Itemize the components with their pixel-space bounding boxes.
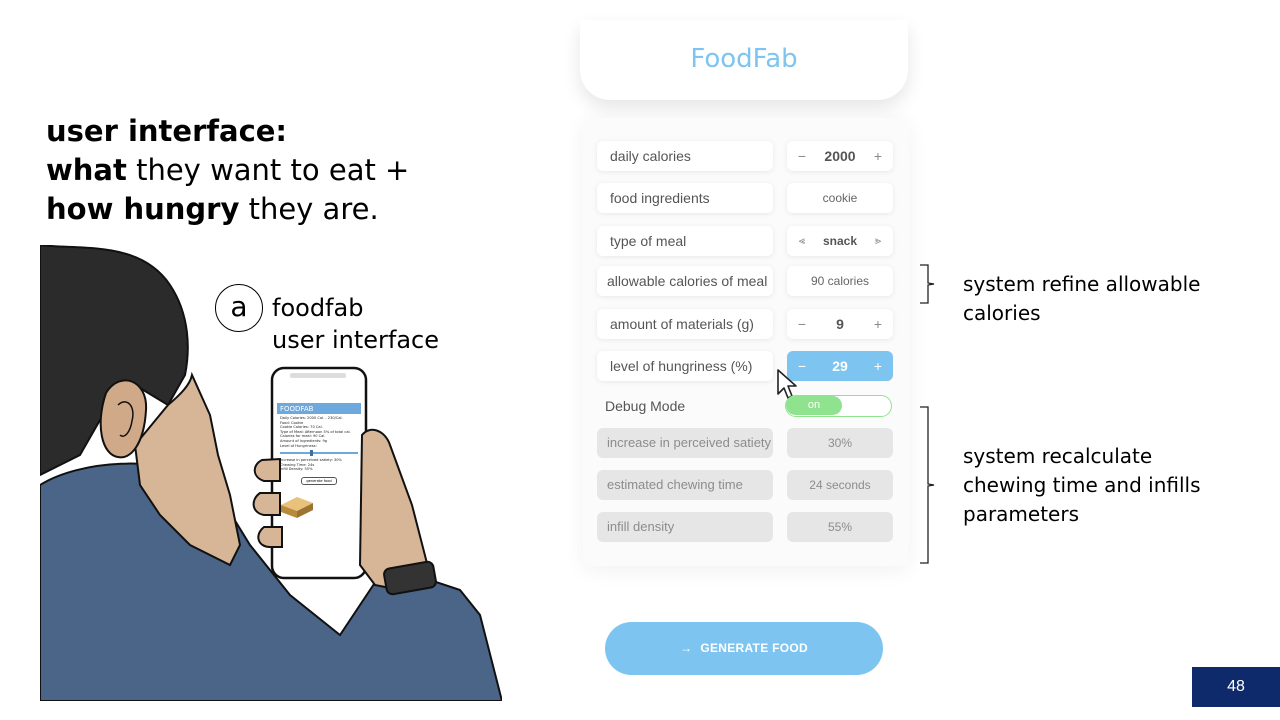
type-of-meal-value: snack (822, 234, 858, 248)
figure-caption: foodfab user interface (272, 292, 439, 356)
type-of-meal-selector[interactable]: ⪡ snack ⪢ (787, 226, 893, 256)
page-number-badge: 48 (1192, 667, 1280, 707)
food-ingredients-input[interactable]: cookie (787, 183, 893, 213)
app-header: FoodFab (580, 20, 908, 100)
refine-bracket (920, 264, 935, 304)
daily-calories-stepper[interactable]: − 2000 + (787, 141, 893, 171)
headline-line2-rest: they want to eat + (126, 153, 410, 187)
headline-how-hungry: how hungry (46, 192, 240, 226)
note-line: chewing time and infills (963, 473, 1201, 497)
satiety-increase-label: increase in perceived satiety (597, 428, 773, 458)
note-line: system refine allowable (963, 272, 1201, 296)
caption-line-1: foodfab (272, 294, 364, 322)
note-line: parameters (963, 502, 1080, 526)
phone-text-lines: Daily Calories: 2000 Cal. - 230/Cal. Foo… (277, 414, 361, 450)
plus-icon[interactable]: + (867, 351, 889, 381)
debug-mode-label: Debug Mode (605, 398, 686, 414)
generate-food-label: GENERATE FOOD (700, 641, 808, 655)
level-of-hungriness-label: level of hungriness (%) (597, 351, 773, 381)
plus-icon[interactable]: + (867, 141, 889, 171)
infill-density-label: infill density (597, 512, 773, 542)
headline-line1: user interface: (46, 114, 288, 148)
plus-icon[interactable]: + (867, 309, 889, 339)
headline-line3-rest: they are. (239, 192, 379, 226)
phone-line: Level of Hungriness: (280, 443, 317, 448)
recalculate-note: system recalculate chewing time and infi… (963, 442, 1201, 529)
amount-of-materials-stepper[interactable]: − 9 + (787, 309, 893, 339)
chewing-time-value: 24 seconds (787, 470, 893, 500)
type-of-meal-label: type of meal (597, 226, 773, 256)
food-ingredients-value: cookie (822, 191, 858, 205)
arrow-right-icon: → (680, 641, 693, 655)
headline-what: what (46, 153, 127, 187)
minus-icon[interactable]: − (791, 141, 813, 171)
minus-icon[interactable]: − (791, 309, 813, 339)
allowable-calories-value: 90 calories (810, 274, 870, 288)
food-ingredients-label: food ingredients (597, 183, 773, 213)
debug-mode-toggle[interactable]: on (785, 395, 892, 417)
phone-app-header: FOODFAB (277, 403, 361, 414)
generate-food-button[interactable]: → GENERATE FOOD (605, 622, 883, 675)
slide-headline: user interface: what they want to eat + … (46, 112, 409, 229)
amount-of-materials-value: 9 (836, 316, 844, 332)
allowable-calories-label: allowable calories of meal (597, 266, 773, 296)
infill-density-value: 55% (787, 512, 893, 542)
phone-generate-button[interactable]: generate food (301, 476, 337, 485)
caption-line-2: user interface (272, 326, 440, 354)
refine-calories-note: system refine allowable calories (963, 270, 1200, 328)
phone-screen: FOODFAB Daily Calories: 2000 Cal. - 230/… (277, 403, 361, 557)
recalculate-bracket (920, 406, 935, 564)
app-title: FoodFab (690, 44, 798, 74)
printed-cookie-image (281, 496, 313, 518)
allowable-calories-display: 90 calories (787, 266, 893, 296)
level-of-hungriness-value: 29 (832, 358, 848, 374)
chevron-right-icon[interactable]: ⪢ (867, 226, 889, 256)
daily-calories-value: 2000 (824, 148, 856, 164)
note-line: calories (963, 301, 1041, 325)
satiety-increase-value: 30% (787, 428, 893, 458)
daily-calories-label: daily calories (597, 141, 773, 171)
figure-label-badge: a (215, 284, 263, 332)
level-of-hungriness-stepper[interactable]: − 29 + (787, 351, 893, 381)
note-line: system recalculate (963, 444, 1153, 468)
amount-of-materials-label: amount of materials (g) (597, 309, 773, 339)
phone-hunger-slider[interactable] (280, 450, 358, 457)
chevron-left-icon[interactable]: ⪡ (791, 226, 813, 256)
chewing-time-label: estimated chewing time (597, 470, 773, 500)
phone-text-lines-2: Increase in perceived satiety: 30% Chewi… (277, 456, 361, 474)
toggle-on-state: on (786, 396, 842, 415)
phone-line: Infill Density: 55% (280, 467, 313, 472)
